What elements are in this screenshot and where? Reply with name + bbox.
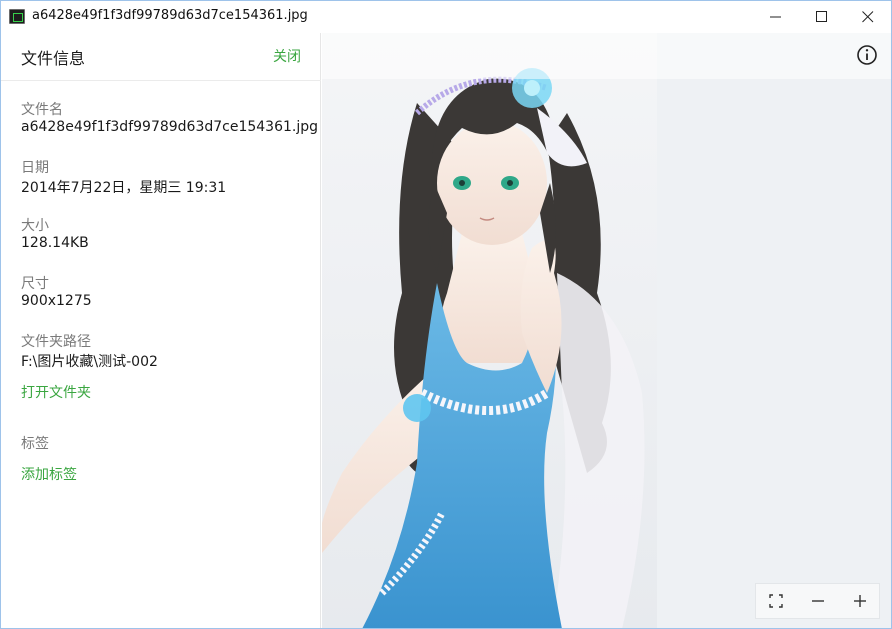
filename-value: a6428e49f1f3df99789d63d7ce154361.jpg xyxy=(21,119,319,135)
close-window-button[interactable] xyxy=(845,1,891,33)
title-bar[interactable]: a6428e49f1f3df99789d63d7ce154361.jpg xyxy=(1,1,891,33)
zoom-in-button[interactable] xyxy=(840,584,880,618)
anime-girl-image xyxy=(322,33,657,628)
window-title: a6428e49f1f3df99789d63d7ce154361.jpg xyxy=(32,8,308,23)
zoom-out-button[interactable] xyxy=(798,584,838,618)
tags-label: 标签 xyxy=(21,436,49,452)
dimensions-label: 尺寸 xyxy=(21,276,49,292)
minimize-icon xyxy=(770,16,781,18)
add-tag-link[interactable]: 添加标签 xyxy=(21,464,77,484)
info-button[interactable] xyxy=(855,43,879,67)
file-info-panel: 文件信息 关闭 文件名 a6428e49f1f3df99789d63d7ce15… xyxy=(1,33,321,628)
filename-label: 文件名 xyxy=(21,102,63,118)
minimize-button[interactable] xyxy=(753,1,799,33)
maximize-icon xyxy=(816,11,827,22)
dimensions-value: 900x1275 xyxy=(21,293,92,309)
maximize-button[interactable] xyxy=(799,1,845,33)
image-viewer[interactable] xyxy=(322,33,891,628)
plus-icon xyxy=(854,595,866,607)
size-label: 大小 xyxy=(21,218,49,234)
date-label: 日期 xyxy=(21,160,49,176)
open-folder-link[interactable]: 打开文件夹 xyxy=(21,382,91,402)
size-value: 128.14KB xyxy=(21,235,89,251)
panel-header: 文件信息 关闭 xyxy=(1,33,321,81)
panel-title: 文件信息 xyxy=(21,49,86,68)
fullscreen-icon xyxy=(769,594,783,608)
minus-icon xyxy=(812,600,824,602)
close-icon xyxy=(862,11,874,23)
info-icon xyxy=(857,45,877,65)
viewer-top-bar xyxy=(322,33,891,79)
folder-path-value: F:\图片收藏\测试-002 xyxy=(21,354,158,370)
app-window: a6428e49f1f3df99789d63d7ce154361.jpg 文件信… xyxy=(0,0,892,629)
date-value: 2014年7月22日，星期三 19:31 xyxy=(21,180,227,196)
folder-path-label: 文件夹路径 xyxy=(21,334,91,350)
app-icon xyxy=(9,9,25,24)
zoom-toolbar xyxy=(755,583,880,619)
close-panel-link[interactable]: 关闭 xyxy=(273,46,301,66)
fullscreen-button[interactable] xyxy=(756,584,796,618)
